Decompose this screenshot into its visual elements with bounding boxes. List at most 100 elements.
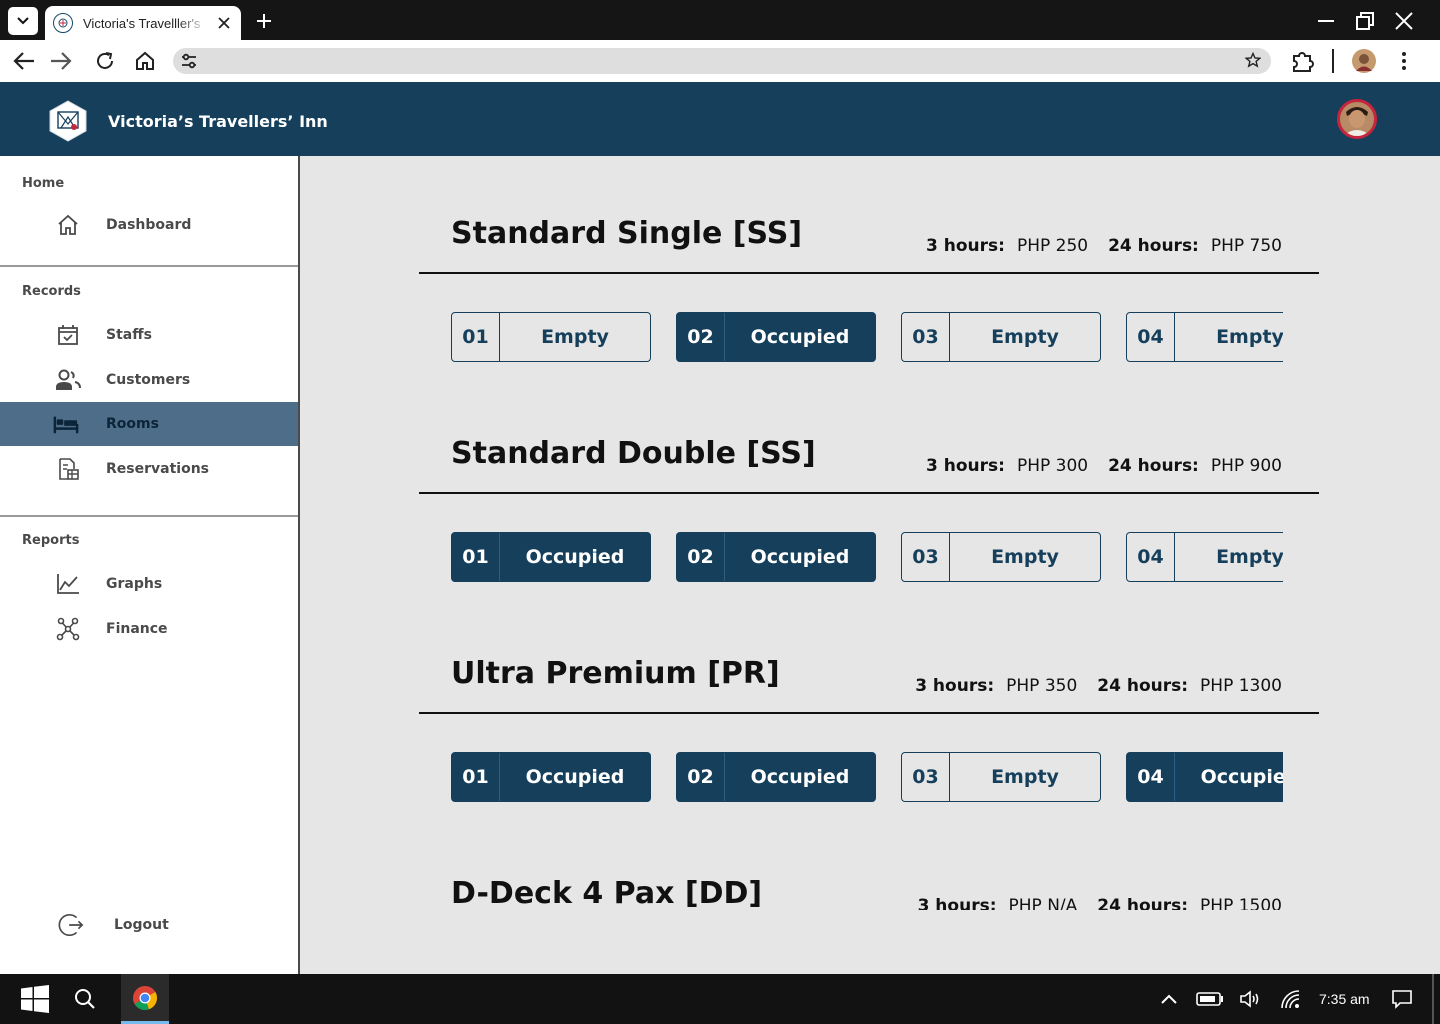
menu-kebab-icon[interactable] [1390, 47, 1418, 75]
sidebar-divider [0, 515, 298, 517]
notifications-icon[interactable] [1378, 974, 1426, 1024]
room-button[interactable]: 02 Occupied [676, 312, 876, 362]
section-title-records: Records [22, 284, 81, 299]
room-status: Empty [991, 326, 1059, 348]
sidebar-item-label: Reservations [106, 461, 209, 477]
room-status: Occupied [525, 766, 625, 788]
room-number: 03 [902, 753, 950, 801]
brand-name: Victoria’s Travellers’ Inn [108, 112, 328, 131]
room-button[interactable]: 02 Occupied [676, 752, 876, 802]
sidebar-item-label: Finance [106, 621, 168, 637]
new-tab-icon[interactable] [252, 9, 276, 33]
sidebar-item-staffs[interactable]: Staffs [0, 313, 298, 357]
sidebar-item-rooms[interactable]: Rooms [0, 402, 298, 446]
reload-icon[interactable] [91, 47, 119, 75]
sidebar-item-reservations[interactable]: Reservations [0, 447, 298, 491]
room-number: 02 [677, 313, 725, 361]
home-icon[interactable] [131, 47, 159, 75]
taskbar-clock: 7:35 am [1319, 991, 1370, 1007]
section-title-reports: Reports [22, 533, 80, 548]
room-button[interactable]: 02 Occupied [676, 532, 876, 582]
room-button[interactable]: 04 Occupied [1126, 752, 1283, 802]
network-icon [55, 616, 81, 642]
search-icon[interactable] [61, 974, 109, 1024]
inn-logo-icon[interactable] [47, 100, 89, 142]
room-button[interactable]: 03 Empty [901, 312, 1101, 362]
rate-24h-label: 24 hours: [1097, 676, 1189, 696]
calendar-check-icon [55, 322, 81, 348]
section-divider [419, 492, 1319, 494]
room-number: 01 [452, 313, 500, 361]
room-type-title: D-Deck 4 Pax [DD] [451, 876, 763, 911]
rate-24h-value: PHP 750 [1210, 236, 1282, 256]
section-title-home: Home [22, 176, 65, 191]
sidebar-divider [0, 265, 298, 267]
sidebar-item-finance[interactable]: Finance [0, 607, 298, 651]
sidebar-item-label: Rooms [106, 416, 159, 432]
back-arrow-icon[interactable] [10, 47, 38, 75]
room-button[interactable]: 04 Empty [1126, 532, 1283, 582]
windows-start-icon[interactable] [11, 974, 59, 1024]
network-wifi-icon[interactable] [1267, 974, 1315, 1024]
bookmark-star-icon[interactable] [1244, 51, 1262, 72]
room-status: Empty [991, 766, 1059, 788]
room-rates: 3 hours: PHP 350 24 hours: PHP 1300 [915, 676, 1282, 696]
address-bar[interactable] [173, 48, 1271, 74]
room-number: 02 [677, 533, 725, 581]
rate-24h-value: PHP 1500 [1200, 896, 1282, 910]
sidebar-item-label: Dashboard [106, 217, 192, 233]
sidebar-item-graphs[interactable]: Graphs [0, 562, 298, 606]
tab-search-button[interactable] [8, 7, 38, 35]
show-desktop-button[interactable] [1432, 974, 1434, 1024]
restore-icon[interactable] [1352, 8, 1378, 34]
section-divider [419, 712, 1319, 714]
rate-3h-value: PHP 300 [1016, 456, 1089, 476]
room-number: 03 [902, 313, 950, 361]
site-settings-icon[interactable] [180, 52, 198, 74]
close-tab-icon[interactable] [215, 14, 233, 32]
room-button[interactable]: 03 Empty [901, 532, 1101, 582]
room-status: Occupied [1200, 766, 1283, 788]
room-status: Empty [1216, 326, 1283, 348]
sidebar-item-customers[interactable]: Customers [0, 358, 298, 402]
sidebar-item-label: Customers [106, 372, 191, 388]
toolbar-separator [1332, 49, 1334, 73]
sidebar-item-label: Graphs [106, 576, 163, 592]
room-button[interactable]: 04 Empty [1126, 312, 1283, 362]
rate-3h-value: PHP 350 [1006, 676, 1078, 696]
logout-icon [58, 912, 84, 938]
browser-tab[interactable]: Victoria's Travelller's [45, 6, 241, 40]
room-number: 04 [1127, 313, 1175, 361]
sidebar-item-dashboard[interactable]: Dashboard [0, 203, 298, 247]
rate-3h-value: PHP 250 [1016, 236, 1089, 256]
rate-3h-label: 3 hours: [917, 896, 997, 910]
forward-arrow-icon[interactable] [47, 47, 75, 75]
minimize-icon[interactable] [1313, 8, 1339, 34]
room-button[interactable]: 01 Empty [451, 312, 651, 362]
chrome-taskbar-icon[interactable] [121, 974, 169, 1024]
room-button[interactable]: 03 Empty [901, 752, 1101, 802]
app-header: Victoria’s Travellers’ Inn [0, 82, 1440, 156]
room-button[interactable]: 01 Occupied [451, 532, 651, 582]
rate-24h-value: PHP 1300 [1200, 676, 1282, 696]
user-avatar[interactable] [1337, 99, 1377, 139]
room-number: 03 [902, 533, 950, 581]
room-list: 01 Occupied 02 Occupied 03 Empty 04 Empt… [451, 532, 1283, 584]
extensions-icon[interactable] [1289, 47, 1317, 75]
sidebar-item-label: Staffs [106, 327, 152, 343]
line-chart-icon [55, 571, 81, 597]
browser-tab-bar: Victoria's Travelller's [0, 0, 1440, 40]
rate-24h-label: 24 hours: [1097, 896, 1189, 910]
room-list: 01 Occupied 02 Occupied 03 Empty 04 Occu… [451, 752, 1283, 804]
rate-24h-label: 24 hours: [1108, 236, 1199, 256]
profile-avatar-icon[interactable] [1350, 47, 1378, 75]
tab-title: Victoria's Travelller's [83, 15, 201, 31]
rate-3h-label: 3 hours: [926, 456, 1005, 476]
users-icon [55, 367, 81, 393]
close-window-icon[interactable] [1391, 8, 1417, 34]
logout-label: Logout [114, 917, 169, 933]
room-status: Empty [1216, 546, 1283, 568]
logout-button[interactable]: Logout [0, 903, 298, 947]
room-button[interactable]: 01 Occupied [451, 752, 651, 802]
room-status: Occupied [750, 766, 850, 788]
